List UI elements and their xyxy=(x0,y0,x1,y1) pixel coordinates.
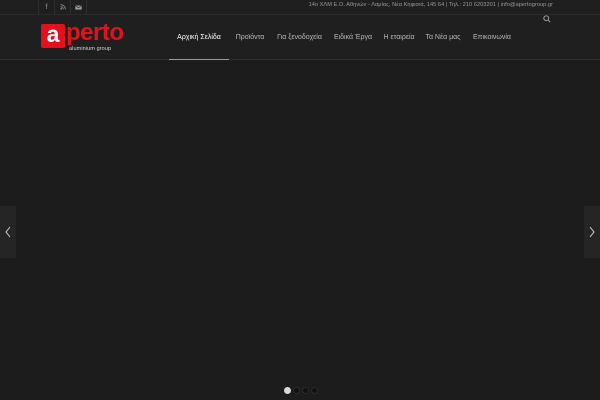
slider-next-arrow[interactable] xyxy=(584,206,600,258)
top-bar: f 14ο ΧΛΜ Ε.Ο. Αθηνών - Λαμίας, Νέα Κηφι… xyxy=(0,0,600,15)
main-nav: Αρχική Σελίδα Προϊόντα Για ξενοδοχεία Ει… xyxy=(169,15,518,60)
hero-slider xyxy=(0,60,600,400)
chevron-left-icon xyxy=(5,226,11,238)
nav-item-home[interactable]: Αρχική Σελίδα xyxy=(169,15,229,60)
aperto-logo[interactable]: a perto aluminium group xyxy=(41,19,145,54)
logo-wordmark: perto xyxy=(66,19,124,46)
slider-dot-2[interactable] xyxy=(293,387,300,394)
slider-pagination xyxy=(284,387,318,394)
nav-item-contact[interactable]: Επικοινωνία xyxy=(466,15,518,59)
contact-info: 14ο ΧΛΜ Ε.Ο. Αθηνών - Λαμίας, Νέα Κηφισι… xyxy=(308,2,553,8)
slider-dot-4[interactable] xyxy=(311,387,318,394)
mail-icon[interactable] xyxy=(71,0,87,14)
slider-dot-3[interactable] xyxy=(302,387,309,394)
nav-item-company[interactable]: Η εταιρεία xyxy=(378,15,420,59)
logo-letter: a xyxy=(41,23,65,48)
rss-icon-glyph xyxy=(59,4,66,10)
nav-item-special-projects[interactable]: Ειδικά Έργα xyxy=(328,15,378,59)
logo-tagline: aluminium group xyxy=(69,46,112,52)
rss-icon[interactable] xyxy=(55,0,71,14)
slider-prev-arrow[interactable] xyxy=(0,206,16,258)
facebook-icon[interactable]: f xyxy=(38,0,55,14)
nav-item-hotels[interactable]: Για ξενοδοχεία xyxy=(271,15,328,59)
mail-icon-glyph xyxy=(75,4,82,10)
search-icon[interactable] xyxy=(543,15,551,59)
slider-dot-1[interactable] xyxy=(284,387,291,394)
search-icon-glyph xyxy=(543,15,551,23)
nav-item-news[interactable]: Τα Νέα μας xyxy=(420,15,466,59)
site-header: a perto aluminium group Αρχική Σελίδα Πρ… xyxy=(0,15,600,60)
chevron-right-icon xyxy=(589,226,595,238)
nav-item-products[interactable]: Προϊόντα xyxy=(229,15,271,59)
social-links: f xyxy=(38,0,87,14)
